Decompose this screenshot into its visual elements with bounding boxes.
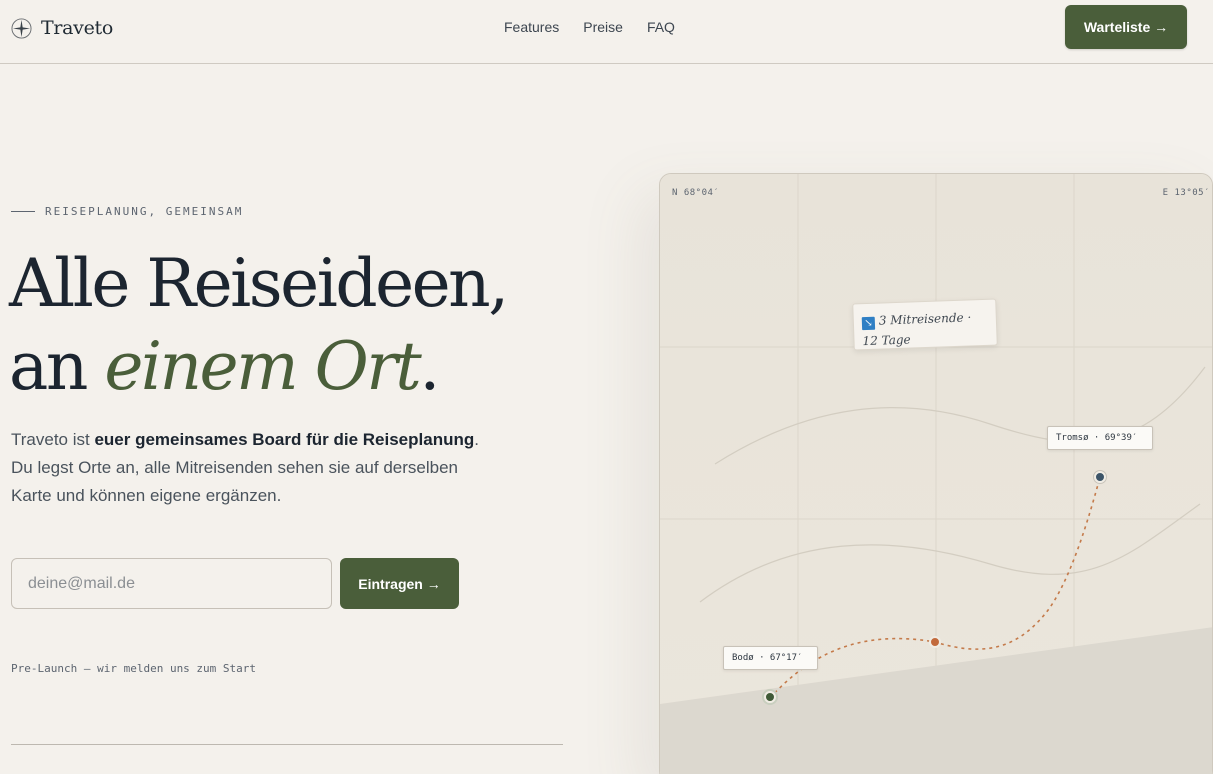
headline-accent: einem Ort — [104, 328, 421, 405]
nav-link-faq[interactable]: FAQ — [647, 19, 675, 35]
site-header: Traveto Features Preise FAQ Warteliste → — [0, 0, 1213, 64]
place-label-tromso: Tromsø · 69°39′ — [1047, 426, 1153, 450]
hero-lead: Traveto ist euer gemeinsames Board für d… — [11, 426, 481, 510]
brand-name: Traveto — [41, 17, 114, 39]
trip-note-text: 3 Mitreisende · 12 Tage — [862, 310, 972, 349]
place-label-bodo: Bodø · 67°17′ — [723, 646, 818, 670]
lead-text-bold: euer gemeinsames Board für die Reiseplan… — [94, 430, 475, 449]
eyebrow-rule — [11, 211, 35, 212]
pin-bodo — [764, 691, 776, 703]
waitlist-button[interactable]: Warteliste → — [1065, 5, 1187, 49]
lead-text-1: Traveto ist — [11, 430, 95, 449]
email-input[interactable] — [11, 558, 332, 609]
hero-eyebrow: REISEPLANUNG, GEMEINSAM — [11, 205, 243, 218]
prelaunch-note: Pre-Launch — wir melden uns zum Start — [11, 662, 257, 675]
pin-waypoint — [929, 636, 941, 648]
trip-note-card: ↘ 3 Mitreisende · 12 Tage — [852, 298, 998, 351]
map-preview: N 68°04′ E 13°05′ ↘ 3 Mitreisende · 12 Ta… — [659, 173, 1213, 774]
headline-line1: Alle Reiseideen, — [9, 245, 509, 322]
eyebrow-text: REISEPLANUNG, GEMEINSAM — [45, 205, 244, 218]
nav-link-features[interactable]: Features — [504, 19, 559, 35]
submit-button[interactable]: Eintragen → — [340, 558, 459, 609]
headline-suffix: . — [419, 328, 440, 405]
brand-logo[interactable]: Traveto — [11, 14, 113, 42]
headline-line2-prefix: an — [9, 328, 105, 405]
pin-tromso — [1094, 471, 1106, 483]
coordinate-east: E 13°05′ — [1162, 188, 1210, 198]
section-divider — [11, 744, 563, 745]
arrow-down-right-icon: ↘ — [861, 316, 876, 331]
hero-headline: Alle Reiseideen, an einem Ort. — [9, 242, 629, 408]
coordinate-north: N 68°04′ — [672, 188, 720, 198]
main-nav: Features Preise FAQ — [504, 19, 675, 35]
compass-icon — [11, 17, 32, 39]
nav-link-preise[interactable]: Preise — [583, 19, 623, 35]
map-background — [660, 174, 1212, 774]
